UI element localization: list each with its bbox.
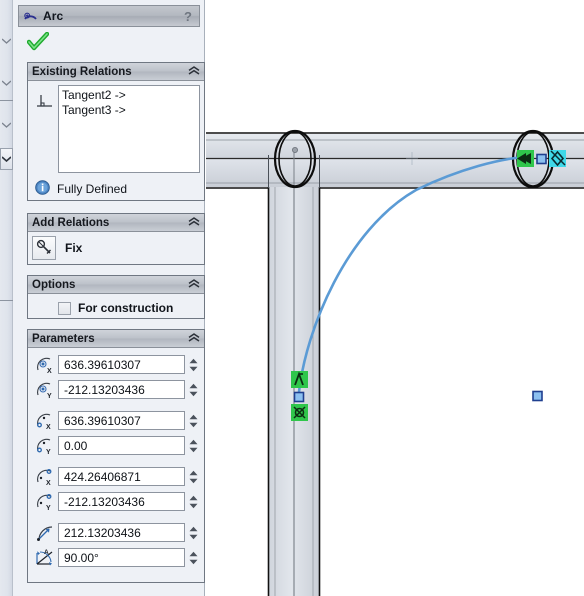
add-relations-title: Add Relations [32,216,110,229]
svg-text:Y: Y [47,393,52,400]
arc-center-y-icon: Y [32,380,58,400]
free-sketch-point[interactable] [532,390,543,402]
start-y-spinner[interactable] [187,436,200,455]
arc-icon [23,8,38,24]
param-row-center-y: Y -212.13203436 [32,377,200,402]
accept-button[interactable] [26,31,50,52]
arc-angle-icon: A [32,548,58,568]
relations-list[interactable]: Tangent2 -> Tangent3 -> [58,85,200,173]
tree-separator [0,300,13,301]
svg-text:X: X [46,424,51,431]
param-row-radius: 212.13203436 [32,520,200,545]
for-construction-row[interactable]: For construction [32,298,200,318]
cad-model-svg[interactable] [206,0,584,596]
list-item[interactable]: Tangent3 -> [62,103,196,118]
arc-end-x-icon: X [32,467,58,487]
add-relations-body: Fix [28,232,204,264]
list-item[interactable]: Tangent2 -> [62,88,196,103]
fix-anchor-icon [35,238,53,259]
solidworks-window: Arc ? Existing Relations Tangent2 -> Tan… [0,0,584,596]
help-button[interactable]: ? [184,9,195,24]
fix-button[interactable] [32,236,56,260]
parameters-header[interactable]: Parameters [28,330,204,348]
feature-tree-strip[interactable] [0,0,13,596]
radius-input[interactable]: 212.13203436 [58,523,185,542]
options-title: Options [32,278,76,291]
end-x-spinner[interactable] [187,467,200,486]
for-construction-checkbox[interactable] [58,301,71,315]
tree-chevron-icon[interactable] [1,36,12,46]
chevron-up-icon[interactable] [188,65,200,78]
panel-title: Arc [43,9,64,23]
status-row: Fully Defined [35,180,200,198]
for-construction-label: For construction [78,301,174,315]
param-row-angle: A 90.00° [32,545,200,570]
parameters-body: X 636.39610307 Y -212.13203436 X 636.396… [28,348,204,574]
param-row-end-y: Y -212.13203436 [32,489,200,514]
angle-input[interactable]: 90.00° [58,548,185,567]
start-y-input[interactable]: 0.00 [58,436,185,455]
arc-endpoint-lower[interactable] [293,391,305,403]
chevron-up-icon[interactable] [188,278,200,291]
arc-center-x-icon: X [32,355,58,375]
selected-arc-entity[interactable] [297,155,526,394]
parameters-section: Parameters X 636.39610307 Y -212.1320343… [27,329,205,583]
tree-chevron-icon[interactable] [1,120,12,130]
existing-relations-title: Existing Relations [32,65,132,78]
svg-text:X: X [47,368,52,375]
center-x-input[interactable]: 636.39610307 [58,355,185,374]
tree-chevron-icon[interactable] [1,78,12,88]
svg-text:A: A [44,549,49,556]
param-row-start-x: X 636.39610307 [32,408,200,433]
end-x-input[interactable]: 424.26406871 [58,467,185,486]
relations-row: Tangent2 -> Tangent3 -> [32,85,200,173]
center-x-spinner[interactable] [187,355,200,374]
start-x-spinner[interactable] [187,411,200,430]
center-y-spinner[interactable] [187,380,200,399]
param-row-center-x: X 636.39610307 [32,352,200,377]
arc-start-x-icon: X [32,411,58,431]
add-relations-header[interactable]: Add Relations [28,214,204,232]
tree-expand-button[interactable] [0,148,13,170]
status-badge: Fully Defined [57,182,128,196]
chevron-up-icon[interactable] [188,216,200,229]
existing-relations-header[interactable]: Existing Relations [28,63,204,81]
options-header[interactable]: Options [28,276,204,294]
fix-label: Fix [65,241,83,255]
center-y-input[interactable]: -212.13203436 [58,380,185,399]
arc-radius-icon [32,523,58,543]
options-section: Options For construction [27,275,205,319]
param-row-end-x: X 424.26406871 [32,464,200,489]
info-icon [35,180,50,198]
arc-start-y-icon: Y [32,436,58,456]
param-row-start-y: Y 0.00 [32,433,200,458]
svg-text:X: X [46,480,51,487]
existing-relations-section: Existing Relations Tangent2 -> Tangent3 … [27,62,205,201]
start-x-input[interactable]: 636.39610307 [58,411,185,430]
add-relations-section: Add Relations Fix [27,213,205,265]
parameters-title: Parameters [32,332,95,345]
end-y-input[interactable]: -212.13203436 [58,492,185,511]
radius-spinner[interactable] [187,523,200,542]
options-body: For construction [28,294,204,322]
end-y-spinner[interactable] [187,492,200,511]
relation-icon [32,85,58,111]
existing-relations-body: Tangent2 -> Tangent3 -> Fully Defined [28,81,204,202]
arc-endpoint-upper[interactable] [536,153,547,165]
svg-text:Y: Y [46,505,51,512]
cad-graphics-area[interactable] [206,0,584,596]
chevron-up-icon[interactable] [188,332,200,345]
property-manager-titlebar: Arc ? [18,5,200,27]
arc-end-y-icon: Y [32,492,58,512]
fix-relation-row: Fix [32,236,200,260]
property-manager-panel: Arc ? Existing Relations Tangent2 -> Tan… [13,0,229,596]
tree-separator [0,100,13,101]
angle-spinner[interactable] [187,548,200,567]
svg-text:Y: Y [46,449,51,456]
